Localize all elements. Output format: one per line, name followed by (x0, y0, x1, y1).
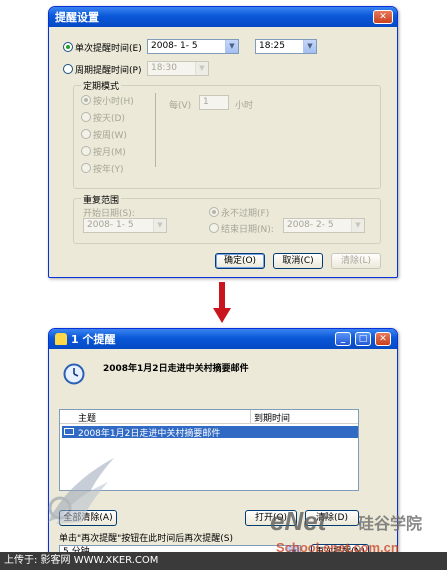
column-subject[interactable]: 主题 (78, 411, 96, 424)
reminder-popup-dialog: 1 个提醒 _ □ ✕ 2008年1月2日走进中关村摘要邮件 主题 到期时间 2… (48, 328, 398, 568)
column-due-time[interactable]: 到期时间 (254, 411, 290, 424)
chevron-down-icon: ▼ (153, 219, 166, 232)
once-time-value: 18:25 (259, 41, 285, 51)
down-arrow-icon (213, 282, 231, 323)
end-date-label: 结束日期(N): (221, 225, 274, 235)
clock-icon (63, 363, 85, 385)
chevron-down-icon: ▼ (351, 219, 364, 232)
list-header: 主题 到期时间 (60, 410, 358, 424)
mode-month-label: 按月(M) (93, 148, 126, 158)
every-label: 每(V) (169, 101, 192, 111)
range-group-title: 重复范围 (81, 193, 122, 206)
every-unit: 小时 (235, 101, 254, 111)
once-date-picker[interactable]: 2008- 1- 5 ▼ (147, 39, 239, 54)
close-icon[interactable]: ✕ (375, 332, 391, 346)
title-bar: 提醒设置 (49, 7, 397, 27)
wing-logo-icon (48, 458, 114, 524)
period-reminder-label: 周期提醒时间(P) (75, 66, 142, 76)
ok-button[interactable]: 确定(O) (215, 253, 265, 269)
period-reminder-radio[interactable] (63, 64, 73, 74)
reminder-heading: 2008年1月2日走进中关村摘要邮件 (103, 364, 249, 374)
row-subject: 2008年1月2日走进中关村摘要邮件 (78, 429, 221, 439)
bell-icon (55, 333, 67, 345)
upload-footer-text: 上传于: 影客网 WWW.XKER.COM (4, 555, 159, 566)
chevron-down-icon: ▼ (225, 40, 238, 53)
maximize-icon[interactable]: □ (355, 332, 371, 346)
period-time-picker[interactable]: 18:30 ▼ (147, 61, 209, 76)
mode-year-label: 按年(Y) (93, 165, 124, 175)
once-reminder-radio[interactable] (63, 42, 73, 52)
start-date-picker[interactable]: 2008- 1- 5 ▼ (83, 218, 167, 233)
mode-hour-radio[interactable] (81, 95, 91, 105)
snooze-hint: 单击"再次提醒"按钮在此时间后再次提醒(S) (59, 534, 234, 544)
mail-icon (64, 428, 74, 435)
cancel-button[interactable]: 取消(C) (273, 253, 323, 269)
dialog-title: 提醒设置 (55, 11, 99, 24)
column-divider (250, 410, 251, 424)
mode-hour-label: 按小时(H) (93, 97, 134, 107)
end-date-picker[interactable]: 2008- 2- 5 ▼ (283, 218, 365, 233)
start-date-value: 2008- 1- 5 (87, 220, 134, 230)
school-name: 硅谷学院 (358, 514, 423, 533)
mode-week-radio[interactable] (81, 129, 91, 139)
end-date-value: 2008- 2- 5 (287, 220, 334, 230)
never-expire-radio[interactable] (209, 207, 219, 217)
dialog-title: 1 个提醒 (71, 333, 116, 346)
clear-button[interactable]: 清除(L) (331, 253, 381, 269)
once-reminder-label: 单次提醒时间(E) (75, 44, 142, 54)
every-input[interactable]: 1 (199, 95, 229, 110)
upload-footer: 上传于: 影客网 WWW.XKER.COM (0, 552, 447, 570)
mode-month-radio[interactable] (81, 146, 91, 156)
once-date-value: 2008- 1- 5 (151, 41, 198, 51)
never-expire-label: 永不过期(F) (221, 209, 270, 219)
chevron-down-icon: ▼ (195, 62, 208, 75)
mode-week-label: 按周(W) (93, 131, 127, 141)
reminder-settings-dialog: 提醒设置 ✕ 单次提醒时间(E) 2008- 1- 5 ▼ 18:25 ▼ 周期… (48, 6, 398, 278)
chevron-down-icon: ▼ (303, 40, 316, 53)
every-value: 1 (203, 97, 209, 107)
table-row[interactable]: 2008年1月2日走进中关村摘要邮件 (62, 426, 358, 439)
mode-divider (155, 93, 156, 167)
mode-day-radio[interactable] (81, 112, 91, 122)
minimize-icon[interactable]: _ (335, 332, 351, 346)
enet-logo: eNet (270, 506, 327, 536)
period-time-value: 18:30 (151, 63, 177, 73)
end-date-radio[interactable] (209, 223, 219, 233)
mode-group-title: 定期模式 (81, 79, 122, 92)
close-icon[interactable]: ✕ (373, 10, 393, 24)
once-time-picker[interactable]: 18:25 ▼ (255, 39, 317, 54)
mode-year-radio[interactable] (81, 163, 91, 173)
mode-day-label: 按天(D) (93, 114, 125, 124)
